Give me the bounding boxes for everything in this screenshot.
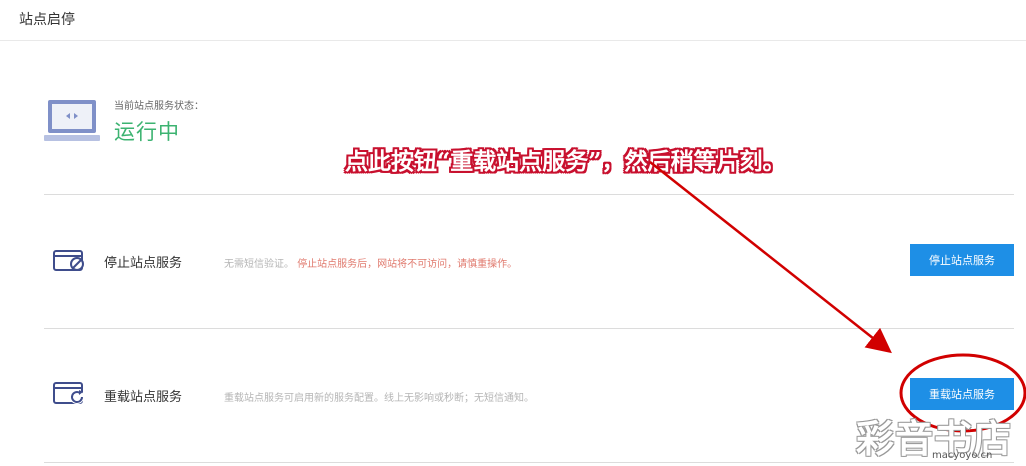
watermark: 彩音书店 macyoyo.cn <box>856 408 1026 466</box>
watermark-url: macyoyo.cn <box>932 450 993 461</box>
annotation-arrow <box>649 161 892 354</box>
annotation-overlay <box>649 161 1026 433</box>
